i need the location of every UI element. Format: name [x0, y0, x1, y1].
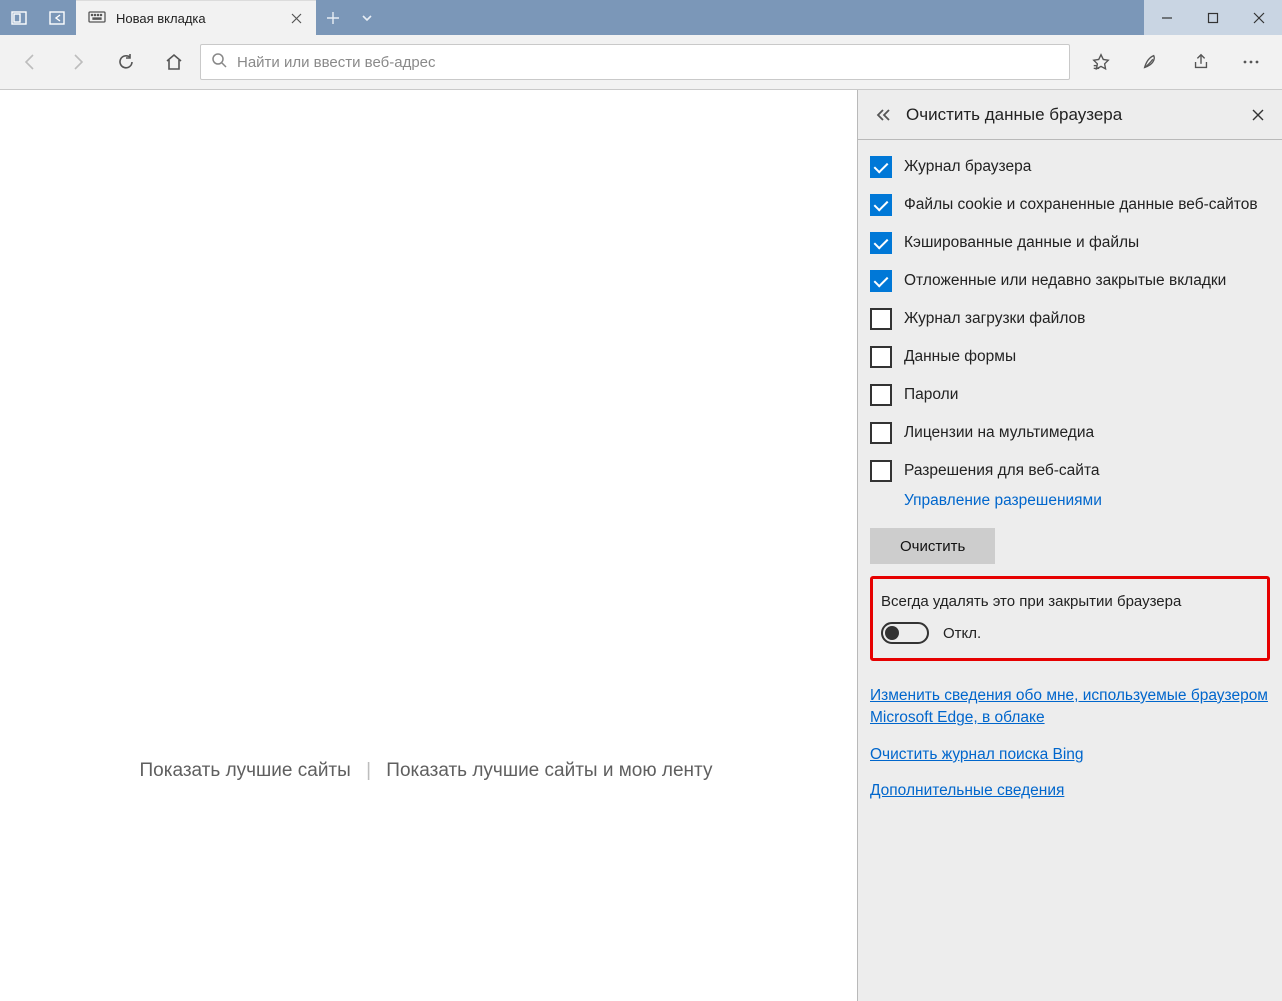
panel-back-icon[interactable]: [870, 108, 896, 122]
always-clear-toggle-row: Откл.: [881, 622, 1257, 644]
window-controls: [1144, 0, 1282, 35]
checkbox-label: Журнал загрузки файлов: [904, 308, 1085, 330]
newtab-options: Показать лучшие сайты | Показать лучшие …: [0, 760, 852, 782]
checkbox-label: Пароли: [904, 384, 958, 406]
panel-header: Очистить данные браузера: [858, 90, 1282, 140]
checkbox[interactable]: [870, 460, 892, 482]
check-row: Лицензии на мультимедиа: [870, 422, 1270, 444]
manage-permissions-link[interactable]: Управление разрешениями: [904, 492, 1102, 509]
share-button[interactable]: [1176, 38, 1226, 86]
always-clear-highlight: Всегда удалять это при закрытии браузера…: [870, 576, 1270, 661]
titlebar: Новая вкладка: [0, 0, 1282, 35]
refresh-button[interactable]: [102, 38, 150, 86]
minimize-button[interactable]: [1144, 0, 1190, 35]
check-row: Журнал браузера: [870, 156, 1270, 178]
search-icon: [211, 52, 227, 73]
panel-body: Журнал браузера Файлы cookie и сохраненны…: [858, 140, 1282, 829]
check-row: Журнал загрузки файлов: [870, 308, 1270, 330]
tabs-aside-icon[interactable]: [0, 0, 38, 35]
browser-tab[interactable]: Новая вкладка: [76, 0, 316, 35]
navbar: [0, 35, 1282, 90]
checkbox-label: Лицензии на мультимедиа: [904, 422, 1094, 444]
check-row: Кэшированные данные и файлы: [870, 232, 1270, 254]
close-window-button[interactable]: [1236, 0, 1282, 35]
favorites-button[interactable]: [1076, 38, 1126, 86]
new-tab-button[interactable]: [316, 0, 350, 35]
clear-data-panel: Очистить данные браузера Журнал браузера…: [857, 90, 1282, 1001]
always-clear-label: Всегда удалять это при закрытии браузера: [881, 593, 1257, 610]
check-row: Данные формы: [870, 346, 1270, 368]
checkbox-label: Кэшированные данные и файлы: [904, 232, 1139, 254]
address-input[interactable]: [237, 54, 1059, 71]
show-top-sites-feed-link[interactable]: Показать лучшие сайты и мою ленту: [386, 760, 712, 781]
clear-button[interactable]: Очистить: [870, 528, 995, 564]
navbar-right: [1076, 38, 1276, 86]
notes-button[interactable]: [1126, 38, 1176, 86]
show-top-sites-link[interactable]: Показать лучшие сайты: [140, 760, 351, 781]
checkbox[interactable]: [870, 156, 892, 178]
change-cloud-info-link[interactable]: Изменить сведения обо мне, используемые …: [870, 685, 1270, 730]
checkbox-label: Отложенные или недавно закрытые вкладки: [904, 270, 1226, 292]
panel-bottom-links: Изменить сведения обо мне, используемые …: [870, 685, 1270, 803]
separator: |: [366, 760, 371, 781]
home-button[interactable]: [150, 38, 198, 86]
checkbox-label: Разрешения для веб-сайта: [904, 460, 1100, 482]
checkbox[interactable]: [870, 270, 892, 292]
content-area: Показать лучшие сайты | Показать лучшие …: [0, 90, 1282, 1001]
manage-permissions-row: Управление разрешениями: [904, 492, 1270, 510]
checkbox[interactable]: [870, 422, 892, 444]
checkbox-label: Данные формы: [904, 346, 1016, 368]
address-bar[interactable]: [200, 44, 1070, 80]
titlebar-left: [0, 0, 76, 35]
clear-bing-history-link[interactable]: Очистить журнал поиска Bing: [870, 744, 1270, 766]
panel-close-icon[interactable]: [1244, 101, 1272, 129]
panel-title: Очистить данные браузера: [906, 105, 1244, 125]
set-aside-icon[interactable]: [38, 0, 76, 35]
checkbox[interactable]: [870, 384, 892, 406]
checkbox[interactable]: [870, 346, 892, 368]
tab-close-icon[interactable]: [286, 8, 306, 28]
tab-menu-chevron-icon[interactable]: [350, 0, 384, 35]
always-clear-toggle[interactable]: [881, 622, 929, 644]
toggle-state-label: Откл.: [943, 625, 981, 642]
forward-button[interactable]: [54, 38, 102, 86]
checkbox[interactable]: [870, 308, 892, 330]
check-row: Пароли: [870, 384, 1270, 406]
checkbox[interactable]: [870, 194, 892, 216]
tab-strip: [316, 0, 1144, 35]
more-button[interactable]: [1226, 38, 1276, 86]
checkbox-label: Журнал браузера: [904, 156, 1031, 178]
check-row: Разрешения для веб-сайта: [870, 460, 1270, 482]
checkbox[interactable]: [870, 232, 892, 254]
more-info-link[interactable]: Дополнительные сведения: [870, 780, 1270, 802]
back-button[interactable]: [6, 38, 54, 86]
maximize-button[interactable]: [1190, 0, 1236, 35]
checkbox-label: Файлы cookie и сохраненные данные веб-са…: [904, 194, 1258, 216]
toggle-knob: [885, 626, 899, 640]
check-row: Файлы cookie и сохраненные данные веб-са…: [870, 194, 1270, 216]
keyboard-icon: [88, 9, 106, 28]
tab-label: Новая вкладка: [116, 11, 286, 26]
check-row: Отложенные или недавно закрытые вкладки: [870, 270, 1270, 292]
